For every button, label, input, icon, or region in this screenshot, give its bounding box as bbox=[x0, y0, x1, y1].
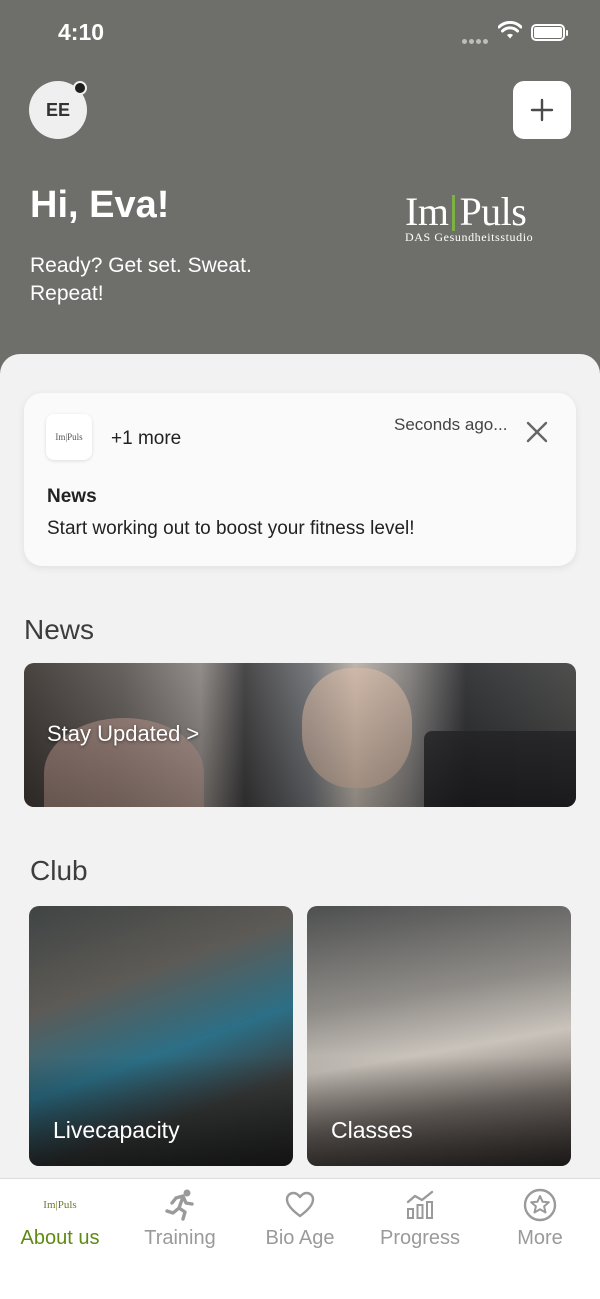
star-circle-icon bbox=[520, 1187, 560, 1223]
logo-left: Im bbox=[405, 189, 449, 234]
tab-label: Bio Age bbox=[265, 1227, 335, 1249]
livecapacity-label: Livecapacity bbox=[53, 1117, 180, 1143]
avatar-status-dot bbox=[73, 81, 87, 95]
heart-icon bbox=[280, 1187, 320, 1223]
signal-icon bbox=[462, 31, 490, 44]
classes-card[interactable]: Classes bbox=[307, 906, 571, 1166]
runner-icon bbox=[160, 1187, 200, 1223]
tab-more[interactable]: More bbox=[480, 1179, 600, 1259]
notification-title: News bbox=[47, 486, 97, 507]
tab-training[interactable]: Training bbox=[120, 1179, 240, 1259]
notification-app-icon: Im|Puls bbox=[46, 414, 92, 460]
tab-label: More bbox=[517, 1227, 563, 1249]
brand-logo: Im Puls DAS Gesundheitsstudio bbox=[405, 192, 533, 245]
status-bar: 4:10 bbox=[0, 0, 600, 66]
notification-time: Seconds ago... bbox=[394, 415, 508, 434]
chart-icon bbox=[400, 1187, 440, 1223]
tab-about-us[interactable]: Im|Puls About us bbox=[0, 1179, 120, 1259]
status-time: 4:10 bbox=[58, 19, 105, 45]
wifi-icon bbox=[498, 21, 522, 39]
tab-bar: Im|Puls About us Training Bio Age Progre… bbox=[0, 1178, 600, 1299]
tab-bio-age[interactable]: Bio Age bbox=[240, 1179, 360, 1259]
classes-label: Classes bbox=[331, 1117, 413, 1143]
notification-more[interactable]: +1 more bbox=[111, 428, 181, 450]
club-section-title: Club bbox=[30, 855, 88, 886]
add-button[interactable] bbox=[513, 81, 571, 139]
notification-body: Start working out to boost your fitness … bbox=[47, 518, 415, 539]
tab-progress[interactable]: Progress bbox=[360, 1179, 480, 1259]
plus-icon bbox=[530, 98, 554, 122]
header: 4:10 EE Hi, Eva! Ready? Get set. Sweat. … bbox=[0, 0, 600, 400]
tab-label: Training bbox=[144, 1227, 216, 1249]
logo-divider bbox=[452, 195, 456, 231]
livecapacity-card[interactable]: Livecapacity bbox=[29, 906, 293, 1166]
greeting-title: Hi, Eva! bbox=[30, 184, 170, 226]
news-banner[interactable]: Stay Updated > bbox=[24, 663, 576, 807]
greeting-subtitle: Ready? Get set. Sweat. Repeat! bbox=[30, 254, 252, 305]
tab-label: About us bbox=[20, 1227, 100, 1249]
impuls-logo-icon: Im|Puls bbox=[43, 1199, 77, 1211]
close-icon[interactable] bbox=[524, 419, 550, 445]
logo-right: Puls bbox=[459, 189, 527, 234]
stay-updated-link[interactable]: Stay Updated > bbox=[47, 721, 199, 747]
logo-tagline: DAS Gesundheitsstudio bbox=[405, 230, 534, 244]
tab-label: Progress bbox=[379, 1227, 461, 1249]
battery-icon bbox=[531, 24, 568, 41]
notification-card[interactable]: Im|Puls +1 more Seconds ago... News Star… bbox=[24, 393, 576, 566]
news-section-title: News bbox=[24, 614, 95, 645]
